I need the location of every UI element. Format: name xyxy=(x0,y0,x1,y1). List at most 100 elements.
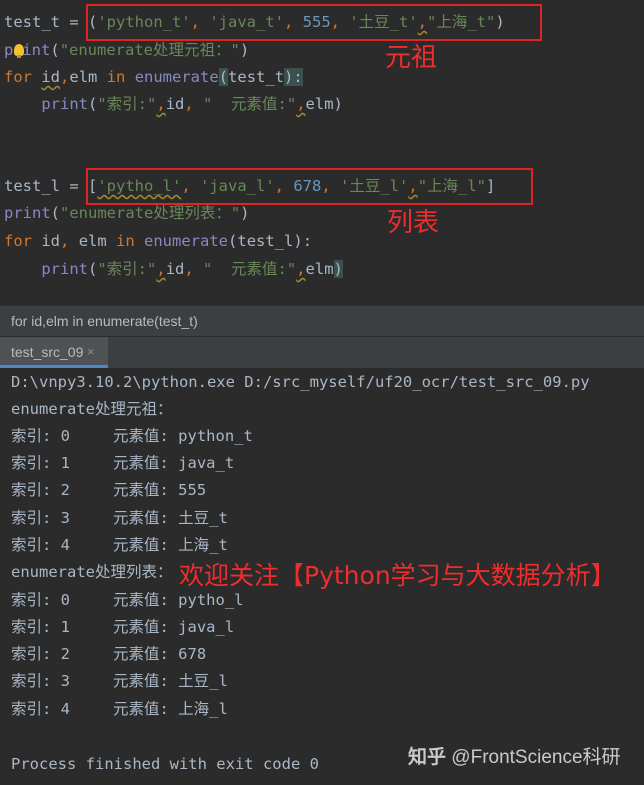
comma: , xyxy=(296,260,306,278)
watermark: 知乎 @FrontScience科研 xyxy=(408,742,621,769)
watermark-handle: @FrontScience科研 xyxy=(451,747,621,768)
index-text: 索引: 4 xyxy=(11,700,70,718)
paren: ( xyxy=(50,41,60,59)
annotation-box-list xyxy=(86,168,533,205)
builtin-function: int xyxy=(22,41,51,59)
console-row: 索引: 2 元素值: 555 xyxy=(11,477,206,504)
value-text: 元素值: pytho_l xyxy=(113,591,244,609)
comma: , xyxy=(156,95,166,113)
builtin-function: print xyxy=(4,204,51,222)
index-text: 索引: 1 xyxy=(11,454,70,472)
builtin-function: enumerate xyxy=(134,68,219,86)
builtin-function: print xyxy=(41,260,88,278)
keyword-for: for xyxy=(4,68,32,86)
value-text: 元素值: 土豆_t xyxy=(113,509,228,527)
console-row: 索引: 2 元素值: 678 xyxy=(11,641,206,668)
loop-var-elm: elm xyxy=(78,232,107,250)
code-line-3[interactable]: for id,elm in enumerate(test_t): xyxy=(4,65,303,89)
code-editor[interactable]: test_t = ('python_t', 'java_t', 555, '土豆… xyxy=(0,0,644,305)
builtin-function: enumerate xyxy=(144,232,229,250)
breadcrumb[interactable]: for id,elm in enumerate(test_t) xyxy=(0,305,644,336)
code-line-7[interactable]: for id, elm in enumerate(test_l): xyxy=(4,229,312,253)
console-row: 索引: 1 元素值: java_t xyxy=(11,450,234,477)
paren: ( xyxy=(218,68,229,86)
index-text: 索引: 0 xyxy=(11,427,70,445)
console-header-tuple: enumerate处理元祖： xyxy=(11,400,173,418)
code-line-2[interactable]: p int("enumerate处理元祖：") xyxy=(4,38,249,62)
comma: , xyxy=(60,68,70,86)
variable: test_l xyxy=(4,177,60,195)
loop-var-id: id xyxy=(41,68,61,86)
paren: ) xyxy=(333,260,343,278)
string-literal: "索引:" xyxy=(97,260,157,278)
comma: , xyxy=(296,95,306,113)
run-tab-bar: test_src_09 × xyxy=(0,336,644,368)
comma: , xyxy=(184,260,204,278)
string-literal: "enumerate处理元祖：" xyxy=(59,41,240,59)
code-line-4[interactable]: print("索引:",id, " 元素值:",elm) xyxy=(4,92,343,116)
comma: , xyxy=(60,232,79,250)
paren: ): xyxy=(284,68,303,86)
string-literal: "enumerate处理列表：" xyxy=(60,204,241,222)
paren: ( xyxy=(88,95,98,113)
value-text: 元素值: 土豆_l xyxy=(113,672,228,690)
comma: , xyxy=(184,95,204,113)
code-line-8[interactable]: print("索引:",id, " 元素值:",elm) xyxy=(4,257,343,281)
keyword-for: for xyxy=(4,232,32,250)
index-text: 索引: 3 xyxy=(11,509,70,527)
index-text: 索引: 0 xyxy=(11,591,70,609)
comma: , xyxy=(156,260,166,278)
operator: = xyxy=(60,13,88,31)
identifier: id xyxy=(165,260,185,278)
promo-annotation: 欢迎关注【Python学习与大数据分析】 xyxy=(179,561,616,590)
console-row: 索引: 0 元素值: pytho_l xyxy=(11,587,244,614)
console-command: D:\vnpy3.10.2\python.exe D:/src_myself/u… xyxy=(11,373,590,391)
index-text: 索引: 1 xyxy=(11,618,70,636)
annotation-box-tuple xyxy=(86,4,542,41)
builtin-function: p xyxy=(4,41,14,59)
value-text: 元素值: java_t xyxy=(113,454,235,472)
console-row: 索引: 1 元素值: java_l xyxy=(11,614,234,641)
console-exit-status: Process finished with exit code 0 xyxy=(11,755,319,773)
paren: ( xyxy=(228,232,238,250)
value-text: 元素值: 上海_l xyxy=(113,700,228,718)
paren: ) xyxy=(333,95,343,113)
index-text: 索引: 4 xyxy=(11,536,70,554)
annotation-label-list: 列表 xyxy=(387,208,440,238)
tab-test-src-09[interactable]: test_src_09 × xyxy=(0,337,108,368)
paren: ( xyxy=(88,260,98,278)
paren: ) xyxy=(239,41,250,59)
argument: test_l xyxy=(237,232,294,250)
value-text: 元素值: 555 xyxy=(113,481,207,499)
console-row: 索引: 3 元素值: 土豆_l xyxy=(11,668,228,695)
identifier: elm xyxy=(305,95,334,113)
console-row: 索引: 3 元素值: 土豆_t xyxy=(11,505,228,532)
close-icon[interactable]: × xyxy=(87,337,95,367)
zhihu-logo: 知乎 xyxy=(408,747,447,768)
operator: = xyxy=(60,177,88,195)
console-header-list: enumerate处理列表： xyxy=(11,563,173,581)
console-row: 索引: 4 元素值: 上海_l xyxy=(11,696,228,723)
annotation-label-tuple: 元祖 xyxy=(385,43,438,73)
builtin-function: print xyxy=(41,95,88,113)
argument: test_t xyxy=(228,68,285,86)
variable: test_t xyxy=(4,13,60,31)
console-row: 索引: 0 元素值: python_t xyxy=(11,423,253,450)
keyword-in: in xyxy=(97,68,135,86)
loop-var-elm: elm xyxy=(69,68,98,86)
value-text: 元素值: 上海_t xyxy=(113,536,228,554)
string-literal: " 元素值:" xyxy=(203,95,297,113)
console-row: 索引: 4 元素值: 上海_t xyxy=(11,532,228,559)
index-text: 索引: 2 xyxy=(11,645,70,663)
loop-var-id: id xyxy=(41,232,61,250)
value-text: 元素值: java_l xyxy=(113,618,235,636)
value-text: 元素值: 678 xyxy=(113,645,207,663)
string-literal: " 元素值:" xyxy=(203,260,297,278)
string-literal: "索引:" xyxy=(97,95,157,113)
code-line-6[interactable]: print("enumerate处理列表：") xyxy=(4,201,250,225)
index-text: 索引: 3 xyxy=(11,672,70,690)
